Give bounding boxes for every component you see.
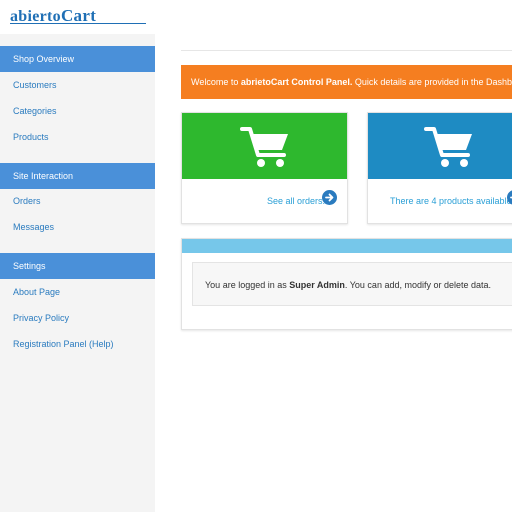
welcome-alert: Welcome to abrietoCart Control Panel. Qu… [181, 65, 512, 99]
sidebar-item-categories[interactable]: Categories [13, 105, 57, 117]
sidebar-section-shop-overview[interactable]: Shop Overview [0, 46, 155, 72]
arrow-right-icon[interactable] [322, 190, 337, 205]
sidebar-item-messages[interactable]: Messages [13, 221, 54, 233]
main-top-divider [181, 50, 512, 51]
sidebar-item-registration-panel[interactable]: Registration Panel (Help) [13, 338, 114, 350]
login-info-panel: You are logged in as Super Admin. You ca… [181, 238, 512, 330]
shopping-cart-icon [424, 127, 472, 167]
products-card: There are 4 products available. [367, 112, 512, 224]
login-status-message: You are logged in as Super Admin. You ca… [192, 262, 512, 306]
arrow-right-icon[interactable] [507, 190, 512, 205]
products-card-header [368, 113, 512, 179]
sidebar-item-about-page[interactable]: About Page [13, 286, 60, 298]
sidebar-item-products[interactable]: Products [13, 131, 49, 143]
products-available-link[interactable]: There are 4 products available. [390, 195, 512, 207]
orders-card: See all orders. [181, 112, 348, 224]
sidebar: Shop Overview Customers Categories Produ… [0, 34, 155, 512]
orders-card-header [182, 113, 347, 179]
sidebar-section-settings[interactable]: Settings [0, 253, 155, 279]
alert-app-name: abrietoCart Control Panel. [240, 77, 353, 87]
sidebar-item-orders[interactable]: Orders [13, 195, 41, 207]
panel-header-bar [182, 239, 512, 253]
current-user-role: Super Admin [289, 280, 345, 290]
sidebar-item-customers[interactable]: Customers [13, 79, 57, 91]
logo-underline [10, 23, 146, 24]
sidebar-section-site-interaction[interactable]: Site Interaction [0, 163, 155, 189]
shopping-cart-icon [239, 127, 288, 167]
see-all-orders-link[interactable]: See all orders. [267, 195, 325, 207]
site-logo[interactable]: abiertoCart [10, 6, 146, 26]
sidebar-item-privacy-policy[interactable]: Privacy Policy [13, 312, 69, 324]
